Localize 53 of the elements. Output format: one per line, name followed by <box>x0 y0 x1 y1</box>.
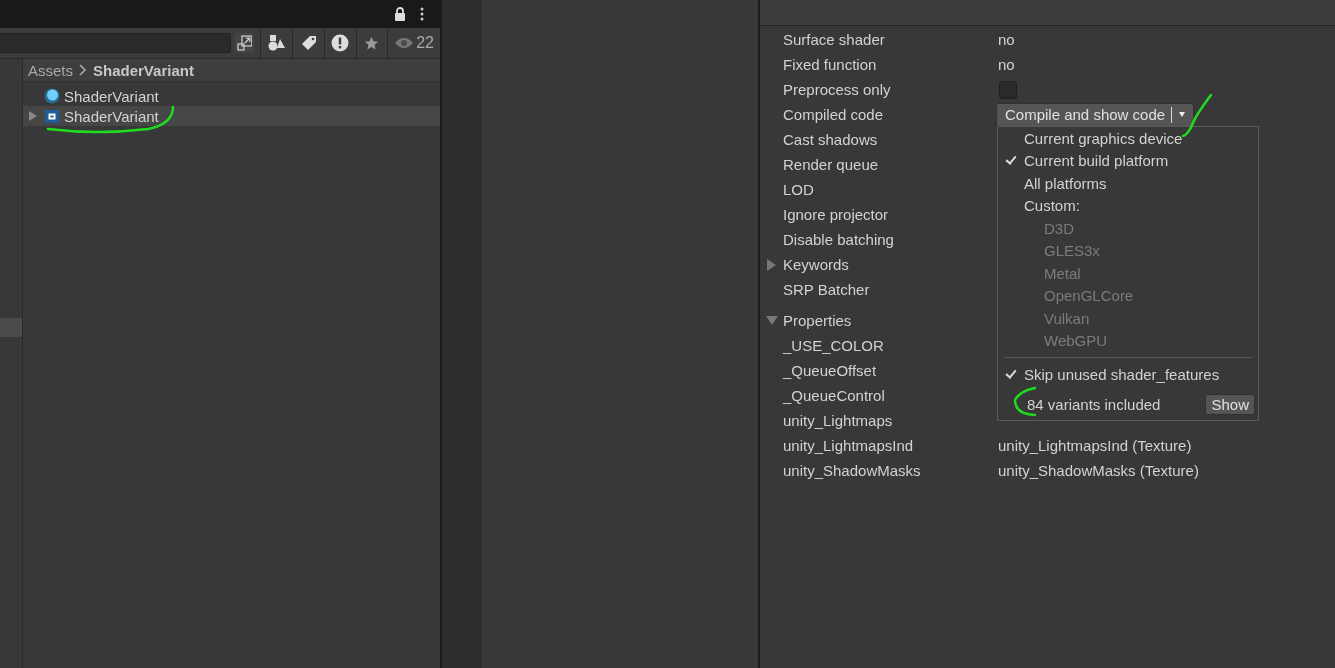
property-label: unity_Lightmaps <box>783 412 894 429</box>
dropdown-button[interactable]: Compile and show code <box>996 102 1195 127</box>
property-value: unity_LightmapsInd (Texture) <box>998 437 1192 454</box>
property-label: Disable batching <box>783 231 895 248</box>
more-icon[interactable] <box>420 7 424 21</box>
menu-item[interactable]: All platforms <box>998 172 1258 195</box>
asset-item[interactable]: ShaderVariant <box>23 86 440 106</box>
annotation-stroke <box>1181 93 1213 138</box>
property-label: _QueueControl <box>783 387 886 404</box>
property-label: unity_LightmapsInd <box>783 437 915 454</box>
property-label: unity_ShadowMasks <box>783 462 922 479</box>
star-icon <box>364 35 380 51</box>
expand-arrow-icon[interactable] <box>29 111 37 121</box>
warning-icon <box>331 34 350 52</box>
shapes-icon <box>267 35 286 51</box>
property-label: Surface shader <box>783 31 886 48</box>
selection-highlight <box>0 318 22 337</box>
menu-item[interactable]: Current graphics device <box>998 127 1258 150</box>
sphere-icon <box>44 88 60 104</box>
property-label: Compiled code <box>783 106 885 123</box>
menu-item[interactable]: Skip unused shader_features <box>998 363 1258 386</box>
foldout-arrow-icon[interactable] <box>767 258 776 271</box>
menu-header: Custom: <box>1023 196 1081 217</box>
chevron-icon <box>79 64 87 76</box>
asset-item[interactable]: ShaderVariant <box>23 106 440 126</box>
caret-icon[interactable] <box>1179 112 1186 117</box>
show-button[interactable]: Show <box>1205 393 1255 415</box>
property-label: Preprocess only <box>783 81 892 98</box>
property-label: Fixed function <box>783 56 878 73</box>
tag-icon <box>300 35 317 51</box>
eye-icon <box>394 37 415 49</box>
property-label: Render queue <box>783 156 880 173</box>
property-value: unity_ShadowMasks (Texture) <box>998 462 1199 479</box>
property-label: LOD <box>783 181 815 198</box>
property-label: Keywords <box>783 256 850 273</box>
variant-count: 84 variants included <box>1027 395 1161 413</box>
property-label: _QueueOffset <box>783 362 878 379</box>
search-field[interactable] <box>0 33 231 53</box>
property-label: Ignore projector <box>783 206 890 223</box>
property-label: Cast shadows <box>783 131 879 148</box>
breadcrumb-link[interactable]: Assets <box>28 61 73 79</box>
variant-collection-icon <box>44 108 60 124</box>
foldout-arrow-icon[interactable] <box>765 316 778 325</box>
checkbox[interactable] <box>999 80 1017 99</box>
property-value: no <box>998 56 1015 73</box>
property-label: _USE_COLOR <box>783 337 885 354</box>
property-label: SRP Batcher <box>783 281 871 298</box>
property-label: Properties <box>783 312 853 329</box>
breadcrumb-link[interactable]: ShaderVariant <box>93 61 194 79</box>
menu-item[interactable]: Current build platform <box>998 149 1258 172</box>
property-value: no <box>998 31 1015 48</box>
window-icon[interactable] <box>234 33 255 53</box>
lock-icon[interactable] <box>394 7 406 21</box>
